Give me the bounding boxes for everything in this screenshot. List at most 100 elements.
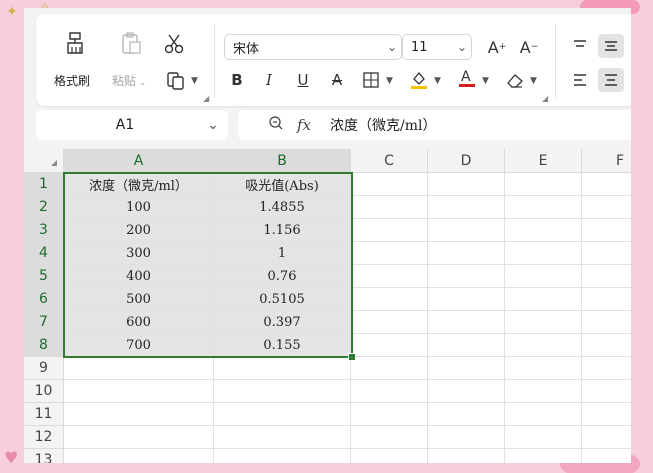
table-cell[interactable]: [351, 449, 428, 463]
font-size-select[interactable]: 11 ⌄: [402, 34, 472, 60]
table-cell[interactable]: [582, 449, 631, 463]
table-cell[interactable]: [428, 219, 505, 242]
table-cell[interactable]: [351, 426, 428, 449]
table-cell[interactable]: [582, 265, 631, 288]
underline-icon[interactable]: U: [290, 68, 316, 92]
row-header[interactable]: 12: [24, 426, 64, 449]
strikethrough-icon[interactable]: A: [324, 68, 350, 92]
table-cell[interactable]: [351, 380, 428, 403]
table-cell[interactable]: 100: [64, 196, 214, 219]
table-cell[interactable]: [582, 173, 631, 196]
function-fx-icon[interactable]: fx: [290, 116, 318, 134]
table-cell[interactable]: [582, 196, 631, 219]
select-all-corner[interactable]: [24, 149, 64, 173]
table-cell[interactable]: [428, 265, 505, 288]
row-header[interactable]: 11: [24, 403, 64, 426]
table-cell[interactable]: [428, 403, 505, 426]
align-middle-icon[interactable]: [598, 34, 624, 58]
copy-dropdown-chevron-icon[interactable]: ▼: [191, 76, 198, 86]
table-cell[interactable]: [214, 380, 351, 403]
column-header-c[interactable]: C: [351, 149, 428, 173]
italic-icon[interactable]: I: [256, 68, 282, 92]
table-cell[interactable]: [351, 403, 428, 426]
fill-handle[interactable]: [348, 353, 356, 361]
row-header[interactable]: 4: [24, 242, 64, 265]
table-cell[interactable]: [428, 242, 505, 265]
font-name-select[interactable]: 宋体 ⌄: [224, 34, 402, 60]
table-cell[interactable]: [582, 311, 631, 334]
table-cell[interactable]: [582, 288, 631, 311]
copy-icon[interactable]: [164, 69, 188, 93]
decrease-font-size-icon[interactable]: A −: [516, 35, 542, 59]
table-cell[interactable]: 0.155: [214, 334, 351, 357]
table-cell[interactable]: [64, 357, 214, 380]
table-cell[interactable]: [64, 380, 214, 403]
row-header[interactable]: 13: [24, 449, 64, 463]
chevron-down-icon[interactable]: ⌄: [198, 117, 228, 133]
table-cell[interactable]: [582, 242, 631, 265]
table-cell[interactable]: [582, 334, 631, 357]
cut-icon[interactable]: [162, 32, 186, 56]
row-header[interactable]: 6: [24, 288, 64, 311]
align-top-icon[interactable]: [567, 34, 593, 58]
table-cell[interactable]: [505, 357, 582, 380]
table-cell[interactable]: [351, 334, 428, 357]
table-cell[interactable]: 300: [64, 242, 214, 265]
table-cell[interactable]: [214, 403, 351, 426]
clear-format-eraser-icon[interactable]: [502, 68, 528, 92]
spreadsheet-grid[interactable]: A B C D E F 1 2 3 4 5 6 7 8 9 10 11 12 1…: [24, 149, 631, 463]
table-cell[interactable]: [428, 196, 505, 219]
table-cell[interactable]: [351, 265, 428, 288]
table-cell[interactable]: [505, 219, 582, 242]
table-cell[interactable]: [505, 242, 582, 265]
row-header[interactable]: 5: [24, 265, 64, 288]
table-cell[interactable]: 0.397: [214, 311, 351, 334]
row-header[interactable]: 10: [24, 380, 64, 403]
increase-font-size-icon[interactable]: A +: [484, 35, 510, 59]
font-expand-icon[interactable]: ◢: [542, 94, 548, 103]
table-cell[interactable]: [428, 426, 505, 449]
table-cell[interactable]: 700: [64, 334, 214, 357]
table-cell[interactable]: [351, 242, 428, 265]
table-cell[interactable]: 浓度（微克/ml）: [64, 173, 214, 196]
table-cell[interactable]: 400: [64, 265, 214, 288]
table-cell[interactable]: [351, 196, 428, 219]
formula-bar[interactable]: fx 浓度（微克/ml）: [238, 110, 631, 140]
font-color-icon[interactable]: A: [454, 66, 480, 90]
column-header-e[interactable]: E: [505, 149, 582, 173]
align-left-icon[interactable]: [567, 68, 593, 92]
column-header-d[interactable]: D: [428, 149, 505, 173]
table-cell[interactable]: [214, 449, 351, 463]
table-cell[interactable]: [214, 426, 351, 449]
table-cell[interactable]: [505, 380, 582, 403]
table-cell[interactable]: [351, 219, 428, 242]
table-cell[interactable]: 500: [64, 288, 214, 311]
table-cell[interactable]: [64, 403, 214, 426]
fill-color-dropdown-chevron-icon[interactable]: ▼: [434, 76, 441, 86]
formula-input[interactable]: 浓度（微克/ml）: [318, 115, 436, 135]
format-painter-label[interactable]: 格式刷: [54, 72, 90, 89]
table-cell[interactable]: [351, 173, 428, 196]
column-header-a[interactable]: A: [64, 149, 214, 173]
format-painter-icon[interactable]: [62, 30, 88, 56]
table-cell[interactable]: [428, 311, 505, 334]
table-cell[interactable]: [214, 357, 351, 380]
table-cell[interactable]: 200: [64, 219, 214, 242]
table-cell[interactable]: 1.4855: [214, 196, 351, 219]
row-header[interactable]: 8: [24, 334, 64, 357]
table-cell[interactable]: [505, 288, 582, 311]
table-cell[interactable]: [428, 380, 505, 403]
table-cell[interactable]: [505, 426, 582, 449]
fill-color-icon[interactable]: [406, 68, 432, 92]
table-cell[interactable]: 1: [214, 242, 351, 265]
font-color-dropdown-chevron-icon[interactable]: ▼: [482, 76, 489, 86]
clear-format-dropdown-chevron-icon[interactable]: ▼: [530, 76, 537, 86]
name-box[interactable]: A1 ⌄: [36, 110, 228, 140]
row-header[interactable]: 2: [24, 196, 64, 219]
table-cell[interactable]: [505, 265, 582, 288]
align-center-icon[interactable]: [598, 68, 624, 92]
table-cell[interactable]: [64, 426, 214, 449]
table-cell[interactable]: 吸光值(Abs): [214, 173, 351, 196]
row-header[interactable]: 9: [24, 357, 64, 380]
column-header-f[interactable]: F: [582, 149, 631, 173]
